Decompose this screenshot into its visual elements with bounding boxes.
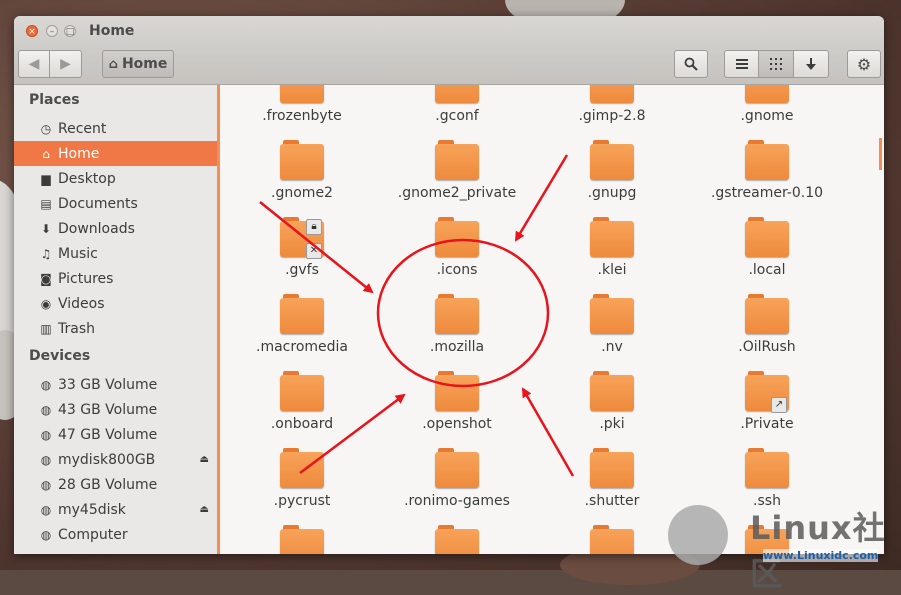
highlight-circle [376,238,550,388]
annotation-overlay [259,154,575,477]
annotation-arrow [299,393,406,474]
annotation-arrow [259,201,374,294]
annotation-arrow [514,154,569,242]
annotation-arrow [521,387,575,477]
